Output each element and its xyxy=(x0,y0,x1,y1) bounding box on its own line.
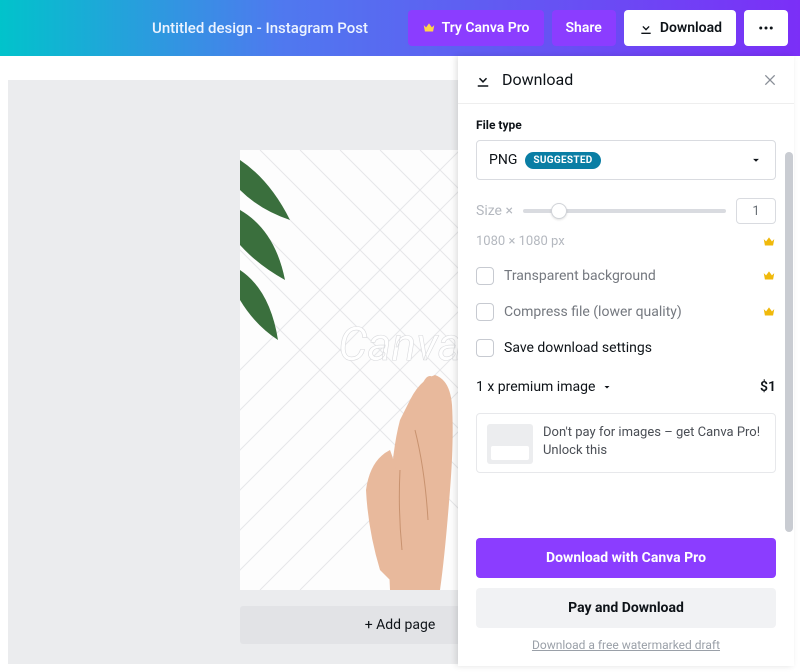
compress-file-option[interactable]: Compress file (lower quality) xyxy=(476,303,776,321)
top-bar: Untitled design - Instagram Post Try Can… xyxy=(0,0,800,56)
chevron-down-icon xyxy=(749,153,763,167)
add-page-label: + Add page xyxy=(365,617,436,633)
button-label: Pay and Download xyxy=(568,600,684,616)
download-with-pro-button[interactable]: Download with Canva Pro xyxy=(476,538,776,578)
dots-icon xyxy=(757,19,775,37)
share-button[interactable]: Share xyxy=(552,10,616,46)
scrollbar-thumb[interactable] xyxy=(785,152,793,532)
checkbox[interactable] xyxy=(476,339,494,357)
size-row: Size × xyxy=(476,198,776,224)
save-settings-option[interactable]: Save download settings xyxy=(476,339,776,357)
file-type-value: PNG xyxy=(489,152,517,168)
option-label: Compress file (lower quality) xyxy=(504,304,682,320)
premium-summary: 1 x premium image xyxy=(476,379,595,395)
panel-body: File type PNG SUGGESTED Size × 1080 × 10… xyxy=(458,104,794,528)
pay-and-download-button[interactable]: Pay and Download xyxy=(476,588,776,628)
panel-header: Download xyxy=(458,56,794,104)
size-slider[interactable] xyxy=(523,209,726,213)
crown-icon xyxy=(422,21,436,35)
dimensions-text: 1080 × 1080 px xyxy=(476,234,565,249)
crown-icon xyxy=(762,235,776,249)
size-input[interactable] xyxy=(736,198,776,224)
watermarked-draft-link[interactable]: Download a free watermarked draft xyxy=(476,638,776,652)
share-label: Share xyxy=(566,20,602,36)
close-button[interactable] xyxy=(762,72,778,88)
try-pro-label: Try Canva Pro xyxy=(442,20,530,36)
document-title[interactable]: Untitled design - Instagram Post xyxy=(152,19,368,37)
panel-scrollbar[interactable] xyxy=(784,112,794,582)
download-label: Download xyxy=(660,20,722,36)
panel-title: Download xyxy=(502,70,573,89)
more-button[interactable] xyxy=(744,10,788,46)
pro-promo-card[interactable]: Don't pay for images – get Canva Pro! Un… xyxy=(476,413,776,473)
option-label: Transparent background xyxy=(504,268,656,284)
close-icon xyxy=(762,72,778,88)
option-label: Save download settings xyxy=(504,340,652,356)
dimensions-row: 1080 × 1080 px xyxy=(476,234,776,249)
download-icon xyxy=(474,71,492,89)
try-canva-pro-button[interactable]: Try Canva Pro xyxy=(408,10,544,46)
promo-thumbnail xyxy=(487,424,533,464)
file-type-select[interactable]: PNG SUGGESTED xyxy=(476,140,776,180)
download-panel: Download File type PNG SUGGESTED Size × … xyxy=(458,56,794,666)
svg-text:Canva: Canva xyxy=(338,318,462,372)
size-label: Size × xyxy=(476,203,513,219)
crown-icon xyxy=(762,269,776,283)
checkbox[interactable] xyxy=(476,303,494,321)
download-button[interactable]: Download xyxy=(624,10,736,46)
button-label: Download with Canva Pro xyxy=(546,550,706,566)
chevron-down-icon xyxy=(601,381,613,393)
promo-text: Don't pay for images – get Canva Pro! Un… xyxy=(543,424,765,459)
download-icon xyxy=(638,20,654,36)
slider-thumb[interactable] xyxy=(551,203,567,219)
premium-summary-row[interactable]: 1 x premium image $1 xyxy=(476,379,776,395)
panel-actions: Download with Canva Pro Pay and Download… xyxy=(458,528,794,666)
checkbox[interactable] xyxy=(476,267,494,285)
premium-price: $1 xyxy=(760,379,776,395)
suggested-badge: SUGGESTED xyxy=(525,152,600,169)
transparent-bg-option[interactable]: Transparent background xyxy=(476,267,776,285)
crown-icon xyxy=(762,305,776,319)
file-type-label: File type xyxy=(476,118,776,132)
